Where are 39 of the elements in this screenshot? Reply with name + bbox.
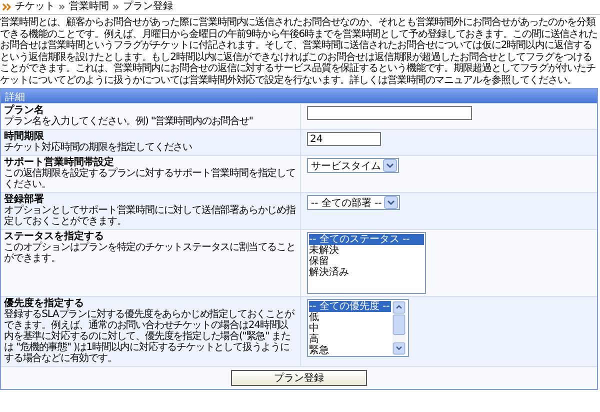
section-header: 詳細 — [1, 89, 597, 103]
dropdown[interactable]: サービスタイム — [307, 158, 399, 173]
field-label: サポート営業時間帯設定 — [4, 157, 114, 168]
dropdown[interactable]: -- 全ての部署 -- — [307, 195, 400, 210]
field-description: このオプションはプランを特定のチケットステータスに割当てることができます。 — [4, 242, 296, 264]
field-description: 登録するSLAプランに対する優先度をあらかじめ指定しておくことができます。例えば、通常のお問い合わせチケットの場合は24時間以内を基準に対応するのに対して、優先度を指定した場合("緊急" または "危機的事態" )は1時間以内に対応するチケットとして扱うようにする場合などに有効です。 — [4, 309, 296, 364]
breadcrumb-link[interactable]: チケット — [15, 1, 55, 12]
input-field[interactable] — [307, 106, 472, 120]
field-description: この返信期限を設定するプランに対するサポート営業時間を指定してください。 — [4, 168, 296, 190]
input-field[interactable]: 24 — [307, 132, 381, 146]
submit-button[interactable]: プラン登録 — [231, 370, 367, 386]
breadcrumb-link[interactable]: 営業時間 — [69, 1, 109, 12]
field-label: ステータスを指定する — [4, 231, 105, 242]
chevron-icon — [113, 4, 119, 10]
field-description: チケット対応時間の期限を指定してください — [4, 142, 194, 153]
field-label: 登録部署 — [4, 194, 45, 205]
chevron-icon — [59, 4, 65, 10]
chevron-icon — [2, 2, 11, 10]
caret-icon — [384, 196, 398, 209]
breadcrumb-link[interactable]: プラン登録 — [123, 1, 173, 12]
list-option[interactable]: 高 — [309, 334, 391, 345]
caret-icon — [383, 159, 397, 172]
scrollbar-drawing[interactable] — [391, 301, 407, 355]
list-option[interactable]: 低 — [309, 312, 391, 323]
list-option[interactable]: 緊急 — [309, 345, 391, 356]
list-option[interactable]: 解決済み — [309, 267, 424, 278]
intro-text: 営業時間とは、顧客からお問合せがあった際に営業時間内に送信されたお問合せなのか、それとも営業時間外にお問合せがあったのかを分類できる機能のことです。例えば、月曜日から金曜日の午前9時から午後6時までを営業時間として予め登録しておきます。この間に送信されたお問合せは営業時間というフラグがチケットに付記されます。そして、営業時間に送信されたお問合せについては仮に2時間以内に返信するという返信期限を設けたとします。もし2時間以内に返信ができなければこのお問合せは返信期限が超過したお問合せとしてフラグをつけることができます。これは、営業時間内にお問合せの返信に対するサービス品質を保証するという機能です。期限超過としてフラグが付いたチケットについてどのように扱うかについては営業時間外対応で設定を行ないます。詳しくは営業時間のマニュアルを参照してください。 — [0, 17, 599, 86]
list-option[interactable]: 中 — [309, 323, 391, 334]
field-description: オプションとしてサポート営業時間にに対して送信部署あらかじめ指定しておくことができます。 — [4, 205, 296, 227]
list-box[interactable]: -- 全ての優先度 -- 低 中 高 緊急 — [307, 299, 409, 357]
field-label: 時間期限 — [4, 131, 44, 142]
field-label: 優先度を指定する — [4, 298, 85, 309]
list-option[interactable]: 未解決 — [309, 245, 424, 256]
list-option[interactable]: -- 全てのステータス -- — [309, 234, 424, 245]
list-option[interactable]: 保留 — [309, 256, 424, 267]
field-description: プラン名を入力してください。例) "営業時間内のお問合せ" — [4, 116, 254, 127]
field-label: プラン名 — [4, 105, 45, 116]
list-option[interactable]: -- 全ての優先度 -- — [309, 301, 391, 312]
list-box[interactable]: -- 全てのステータス -- 未解決 保留 解決済み — [307, 232, 426, 294]
